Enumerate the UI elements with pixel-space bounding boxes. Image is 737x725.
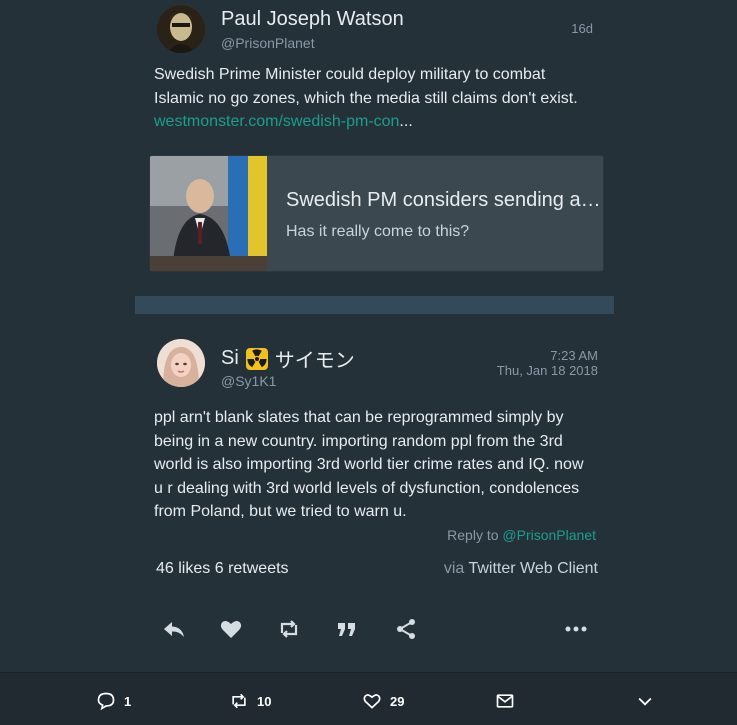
reply-to-handle[interactable]: @PrisonPlanet (502, 527, 596, 543)
likes-label[interactable]: likes (178, 560, 210, 577)
author-name-prefix: Si (221, 347, 239, 369)
retweet-icon (280, 620, 298, 638)
reply-icon (164, 622, 184, 637)
bottom-action-bar: 1 10 29 (0, 672, 737, 725)
share-icon (397, 619, 415, 639)
bottom-reply-count: 1 (124, 693, 132, 709)
like-button[interactable] (216, 614, 246, 644)
author-handle[interactable]: @PrisonPlanet (221, 35, 315, 51)
bottom-like-count: 29 (390, 693, 405, 709)
timeline: Paul Joseph Watson @PrisonPlanet 16d Swe… (0, 0, 737, 725)
author-name-suffix: サイモン (274, 350, 355, 372)
comment-icon (97, 692, 115, 711)
author-name[interactable]: Paul Joseph Watson (221, 8, 404, 31)
bottom-message-button[interactable] (495, 691, 515, 711)
tweet-link[interactable]: westmonster.com/swedish-pm-con (154, 113, 399, 130)
tweet-separator (135, 296, 614, 314)
envelope-icon (496, 694, 514, 708)
bottom-retweet-button[interactable]: 10 (229, 691, 271, 711)
tweet-time: 7:23 AM (550, 348, 598, 363)
tweet-date: Thu, Jan 18 2018 (496, 363, 598, 378)
tweet-text: ppl arn't blank slates that can be repro… (154, 409, 584, 520)
avatar[interactable] (157, 5, 205, 53)
more-icon (565, 626, 587, 632)
link-ellipsis: ... (399, 113, 413, 130)
quote-button[interactable] (332, 614, 362, 644)
tweet-text: Swedish Prime Minister could deploy mili… (154, 63, 594, 134)
card-title: Swedish PM considers sending a… (286, 189, 601, 211)
author-handle[interactable]: @Sy1K1 (221, 373, 276, 389)
via-label: via (443, 560, 465, 577)
reply-to: Reply to @PrisonPlanet (447, 527, 596, 543)
retweets-label[interactable]: retweets (228, 560, 288, 577)
reply-to-label: Reply to (447, 527, 499, 543)
bottom-more-button[interactable] (635, 691, 655, 711)
tweet-text-line: Islamic no go zones, which the media sti… (154, 89, 578, 107)
tweet-stats: 46 likes 6 retweets (156, 560, 289, 578)
card-thumbnail (150, 156, 267, 271)
radioactive-icon (245, 347, 268, 370)
bottom-reply-button[interactable]: 1 (96, 691, 131, 711)
tweet-timestamp[interactable]: 7:23 AM Thu, Jan 18 2018 (497, 348, 598, 378)
more-button[interactable] (561, 614, 591, 644)
via-client: via Twitter Web Client (444, 560, 598, 578)
retweet-icon (232, 693, 246, 709)
tweet-actions (135, 614, 614, 644)
share-button[interactable] (391, 614, 421, 644)
author-name[interactable]: Si サイモン (221, 344, 355, 373)
heart-outline-icon (363, 694, 381, 709)
chevron-down-icon (638, 697, 652, 706)
client-name[interactable]: Twitter Web Client (468, 560, 598, 577)
likes-count[interactable]: 46 (156, 560, 174, 577)
bottom-like-button[interactable]: 29 (362, 691, 404, 711)
retweet-button[interactable] (274, 614, 304, 644)
tweet-si[interactable]: Si サイモン @Sy1K1 7:23 AM Thu, Jan 18 2018 … (135, 314, 614, 672)
card-description: Has it really come to this? (286, 223, 470, 240)
tweet-text-line: Swedish Prime Minister could deploy mili… (154, 66, 546, 83)
bottom-retweet-count: 10 (257, 693, 272, 709)
link-card[interactable]: Swedish PM considers sending a… Has it r… (149, 155, 604, 272)
avatar[interactable] (157, 339, 205, 387)
heart-icon (220, 621, 242, 638)
quote-icon (338, 623, 355, 636)
retweets-count[interactable]: 6 (215, 560, 224, 577)
tweet-age: 16d (571, 21, 593, 36)
reply-button[interactable] (159, 614, 189, 644)
tweet-paul-joseph-watson[interactable]: Paul Joseph Watson @PrisonPlanet 16d Swe… (135, 0, 614, 296)
